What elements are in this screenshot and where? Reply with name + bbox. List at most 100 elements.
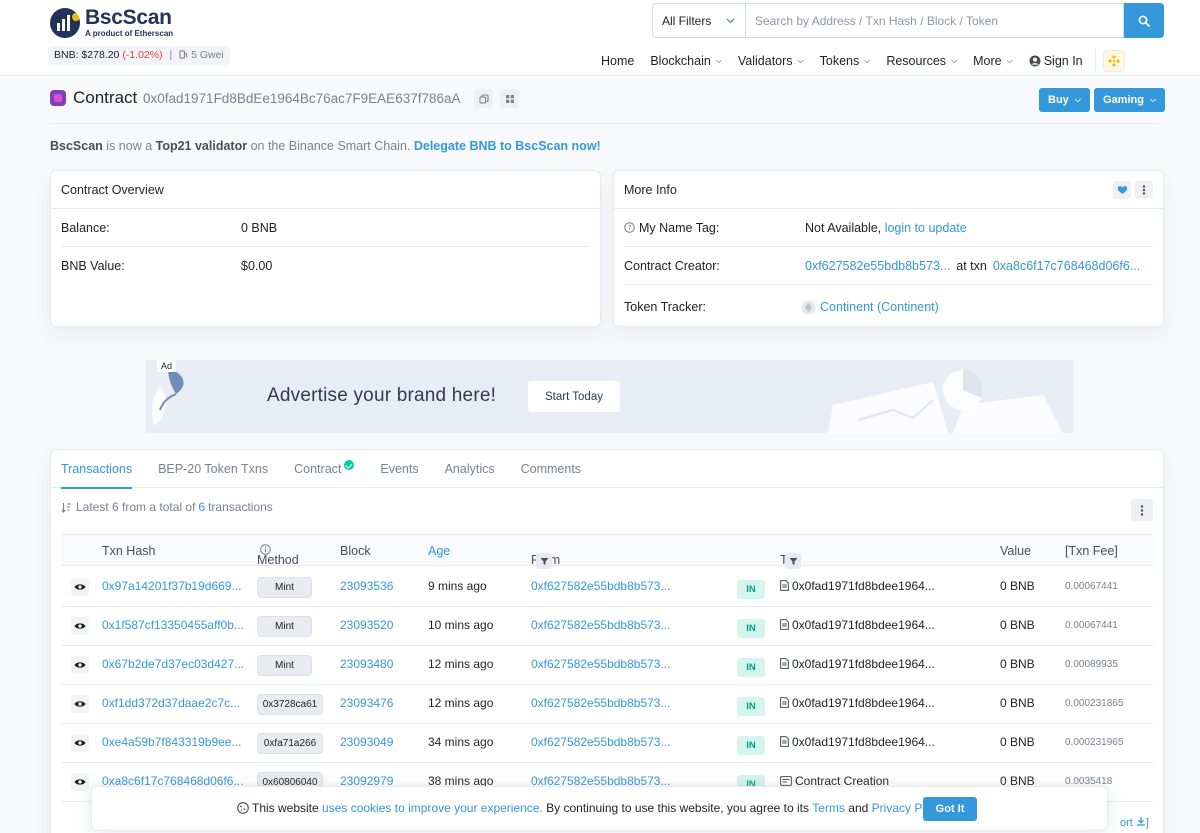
buy-dropdown-button[interactable]: Buy ⌵ [1039,88,1090,112]
eye-icon [74,779,86,785]
creator-txn-link[interactable]: 0xa8c6f17c768468d06f6... [993,259,1140,273]
table-options-button[interactable] [1131,499,1153,521]
qr-code-button[interactable] [500,89,519,108]
svg-text:?: ? [628,224,632,232]
txn-preview-button[interactable] [71,734,89,752]
creator-at-text: at txn [956,258,987,273]
to-address[interactable]: 0x0fad1971fd8bdee1964... [780,657,935,671]
login-to-update-link[interactable]: login to update [885,221,967,235]
from-address-link[interactable]: 0xf627582e55bdb8b573... [531,618,670,632]
more-info-options-button[interactable] [1135,180,1153,199]
nav-sign-in[interactable]: Sign In [1029,54,1083,68]
txn-fee: 0.00067441 [1065,581,1118,592]
from-address-link[interactable]: 0xf627582e55bdb8b573... [531,735,670,749]
contract-overview-card: Contract Overview Balance: 0 BNB BNB Val… [50,170,601,327]
txn-fee: 0.000231865 [1065,698,1124,709]
block-link[interactable]: 23093476 [340,696,393,710]
favorite-button[interactable] [1113,180,1131,199]
copy-icon [478,93,489,104]
txn-hash-link[interactable]: 0xe4a59b7f843319b9ee... [102,735,241,749]
txn-preview-button[interactable] [71,695,89,713]
header-method[interactable]: Method [257,544,299,567]
to-address[interactable]: 0x0fad1971fd8bdee1964... [780,618,935,632]
tab-transactions[interactable]: Transactions [51,450,142,489]
bnb-network-button[interactable] [1102,50,1125,72]
nav-home[interactable]: Home [601,54,634,68]
gas-price[interactable]: 5 Gwei [179,49,224,61]
contract-address: 0x0fad1971Fd8BdEe1964Bc76ac7F9EAE637f786… [143,91,461,106]
nav-blockchain[interactable]: Blockchain ⌵ [650,54,722,68]
header-from: From [531,544,560,569]
bnb-price[interactable]: BNB: $278.20 [54,49,119,61]
copy-address-button[interactable] [474,89,493,108]
txn-fee: 0.00067441 [1065,620,1118,631]
block-link[interactable]: 23093520 [340,618,393,632]
txn-hash-link[interactable]: 0xf1dd372d37daae2c7c... [102,696,240,710]
transactions-summary: Latest 6 from a total of 6 transactions [61,500,273,514]
txn-hash-link[interactable]: 0x67b2de7d37ec03d427... [102,657,244,671]
nav-more[interactable]: More ⌵ [973,54,1013,68]
cookies-policy-link[interactable]: uses cookies to improve your experience. [322,801,543,815]
txn-value: 0 BNB [1000,579,1035,593]
txn-value: 0 BNB [1000,618,1035,632]
method-badge: Mint [257,577,312,598]
nav-validators[interactable]: Validators ⌵ [738,54,804,68]
txn-preview-button[interactable] [71,617,89,635]
block-link[interactable]: 23093049 [340,735,393,749]
gaming-dropdown-button[interactable]: Gaming ⌵ [1094,88,1166,112]
nav-resources[interactable]: Resources ⌵ [886,54,957,68]
tab-contract[interactable]: Contract [284,450,364,488]
cookie-got-it-button[interactable]: Got It [923,797,977,821]
from-address-link[interactable]: 0xf627582e55bdb8b573... [531,657,670,671]
contract-file-icon [780,658,789,669]
to-address[interactable]: 0x0fad1971fd8bdee1964... [780,735,935,749]
delegate-bnb-link[interactable]: Delegate BNB to BscScan now! [414,139,601,153]
nav-tokens[interactable]: Tokens ⌵ [820,54,871,68]
block-link[interactable]: 23093536 [340,579,393,593]
creator-address-link[interactable]: 0xf627582e55bdb8b573... [805,259,950,273]
to-filter-button[interactable] [785,553,801,569]
chevron-down-icon: ⌵ [715,56,722,65]
to-address[interactable]: 0x0fad1971fd8bdee1964... [780,696,935,710]
advertisement-banner[interactable]: Ad Advertise your brand here! Start Toda… [146,360,1073,433]
tab-bep20-token-txns[interactable]: BEP-20 Token Txns [148,450,278,488]
header-age[interactable]: Age [428,544,450,558]
tab-analytics[interactable]: Analytics [435,450,505,488]
table-row: 0x97a14201f37b19d669... Mint 23093536 9 min… [61,568,1153,607]
to-address[interactable]: 0x0fad1971fd8bdee1964... [780,579,935,593]
total-transactions-link[interactable]: 6 [198,500,205,514]
sort-icon [61,502,71,513]
txn-hash-link[interactable]: 0x1f587cf13350455aff0b... [102,618,244,632]
txn-preview-button[interactable] [71,656,89,674]
search-filter-dropdown[interactable]: All Filters [652,3,745,38]
bscscan-logo[interactable]: BscScan A product of Etherscan [50,7,173,38]
token-tracker-link[interactable]: Continent (Continent) [820,300,939,314]
eye-icon [74,623,86,629]
from-filter-button[interactable] [536,553,552,569]
tab-comments[interactable]: Comments [511,450,591,488]
table-row: 0x1f587cf13350455aff0b... Mint 23093520 10 … [61,607,1153,646]
header-txn-fee[interactable]: [Txn Fee] [1065,544,1118,558]
block-link[interactable]: 23093480 [340,657,393,671]
search-bar: All Filters Search by Address / Txn Hash… [652,3,1164,38]
direction-badge: IN [737,658,765,677]
eye-icon [74,701,86,707]
search-button[interactable] [1124,3,1164,38]
from-address-link[interactable]: 0xf627582e55bdb8b573... [531,696,670,710]
contract-title-row: Contract 0x0fad1971Fd8BdEe1964Bc76ac7F9E… [50,86,1166,124]
more-info-title: More Info [624,182,677,197]
chevron-down-icon: ⌵ [1006,56,1013,65]
table-row: 0xf1dd372d37daae2c7c... 0x3728ca61 2309347… [61,685,1153,724]
terms-link[interactable]: Terms [812,801,845,815]
contract-avatar-icon [50,90,66,106]
token-logo-icon [801,300,816,314]
csv-export-link[interactable]: ort ] [1120,816,1149,829]
transactions-card: Transactions BEP-20 Token Txns Contract … [50,449,1164,833]
txn-hash-link[interactable]: 0x97a14201f37b19d669... [102,579,241,593]
txn-preview-button[interactable] [71,578,89,596]
ad-start-today-button[interactable]: Start Today [528,381,620,412]
from-address-link[interactable]: 0xf627582e55bdb8b573... [531,579,670,593]
tab-events[interactable]: Events [370,450,428,488]
search-input[interactable]: Search by Address / Txn Hash / Block / T… [745,3,1124,38]
txn-preview-button[interactable] [71,773,89,791]
